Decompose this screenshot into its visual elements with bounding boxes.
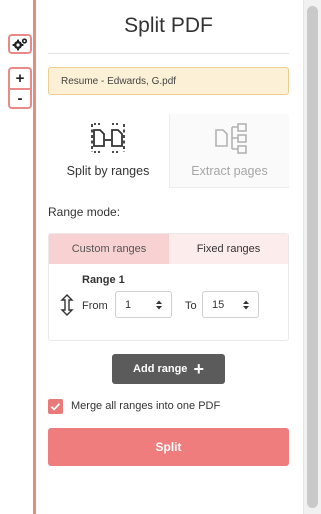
add-range-button[interactable]: Add range + bbox=[112, 354, 225, 384]
merge-checkbox-label: Merge all ranges into one PDF bbox=[71, 400, 221, 412]
to-page-input[interactable]: 15 bbox=[202, 291, 259, 318]
checkmark-icon bbox=[50, 403, 61, 411]
add-range-label: Add range bbox=[133, 363, 188, 375]
tab-custom-ranges[interactable]: Custom ranges bbox=[49, 234, 169, 264]
scrollbar-thumb[interactable] bbox=[307, 6, 318, 508]
plus-icon: + bbox=[193, 359, 204, 379]
from-page-value: 1 bbox=[125, 299, 132, 311]
tab-extract-pages-label: Extract pages bbox=[191, 164, 268, 178]
zoom-in-button[interactable]: + bbox=[10, 69, 30, 88]
from-label: From bbox=[82, 300, 108, 312]
from-page-input[interactable]: 1 bbox=[115, 291, 172, 318]
left-toolbar: + - bbox=[0, 0, 34, 514]
spinner-icon[interactable] bbox=[243, 300, 249, 310]
zoom-out-button[interactable]: - bbox=[10, 88, 30, 107]
tab-fixed-ranges[interactable]: Fixed ranges bbox=[169, 234, 288, 264]
tab-extract-pages[interactable]: Extract pages bbox=[169, 114, 289, 188]
vertical-scrollbar[interactable] bbox=[303, 0, 321, 514]
range-title: Range 1 bbox=[82, 274, 125, 286]
settings-button[interactable] bbox=[8, 34, 32, 54]
tab-split-by-ranges-label: Split by ranges bbox=[66, 164, 150, 178]
zoom-controls: + - bbox=[8, 67, 32, 109]
merge-checkbox[interactable] bbox=[48, 399, 63, 414]
vertical-resize-icon bbox=[60, 294, 74, 316]
gears-icon bbox=[12, 38, 28, 51]
page-title: Split PDF bbox=[124, 14, 213, 37]
to-label: To bbox=[185, 300, 197, 312]
split-ranges-icon bbox=[91, 123, 125, 153]
extract-pages-icon bbox=[215, 123, 247, 154]
range-mode-label: Range mode: bbox=[48, 205, 121, 219]
to-page-value: 15 bbox=[212, 299, 225, 311]
file-name-box: Resume - Edwards, G.pdf bbox=[48, 67, 289, 95]
spinner-icon[interactable] bbox=[156, 300, 162, 310]
range-editor: Custom ranges Fixed ranges Range 1 From … bbox=[48, 233, 289, 341]
split-panel: Split PDF Resume - Edwards, G.pdf Split … bbox=[36, 0, 303, 514]
title-divider bbox=[48, 53, 289, 54]
split-button[interactable]: Split bbox=[48, 428, 289, 466]
tab-split-by-ranges[interactable]: Split by ranges bbox=[48, 114, 168, 188]
